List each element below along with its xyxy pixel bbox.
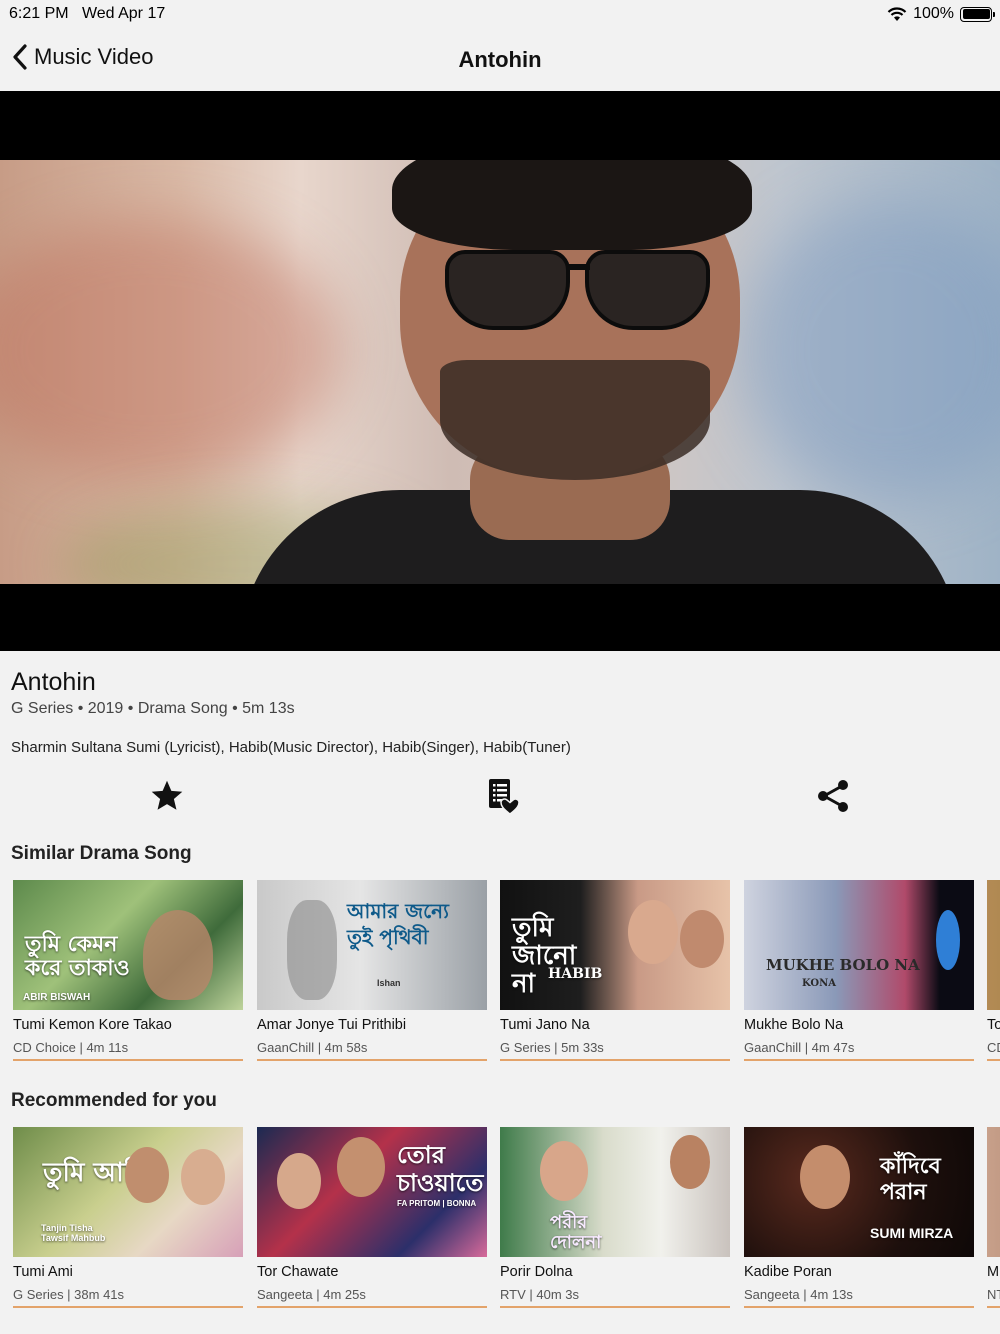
card-subtitle: Sangeeta | 4m 25s	[257, 1287, 366, 1302]
similar-card-3[interactable]: তুমি জানো না HABIB Tumi Jano Na G Series…	[500, 880, 730, 1062]
thumbnail: তুমি কেমন করে তাকাও ABIR BISWAH	[13, 880, 243, 1010]
song-title: Antohin	[11, 668, 96, 696]
card-subtitle: GaanChill | 4m 58s	[257, 1040, 368, 1055]
card-title: Tumi Jano Na	[500, 1017, 590, 1033]
card-title: Tumi Ami	[13, 1264, 73, 1280]
card-underline	[744, 1306, 974, 1308]
card-title: Tumi Kemon Kore Takao	[13, 1017, 172, 1033]
add-to-playlist-button[interactable]	[480, 774, 524, 818]
thumbnail	[987, 880, 1000, 1010]
playlist-heart-icon	[489, 779, 520, 815]
thumbnail: কাঁদিবে পরান SUMI MIRZA	[744, 1127, 974, 1257]
thumbnail: তুমি আমি Tanjin Tisha Tawsif Mahbub	[13, 1127, 243, 1257]
card-title: Mukhe Bolo Na	[744, 1017, 844, 1033]
card-underline	[13, 1059, 243, 1061]
video-player[interactable]	[0, 91, 1000, 651]
thumbnail: তুমি জানো না HABIB	[500, 880, 730, 1010]
song-credits: Sharmin Sultana Sumi (Lyricist), Habib(M…	[11, 739, 571, 756]
card-underline	[500, 1059, 730, 1061]
thumbnail: MUKHE BOLO NA KONA	[744, 880, 974, 1010]
status-right: 100%	[887, 5, 995, 23]
card-subtitle: CD Choice | 4m 11s	[13, 1040, 129, 1055]
card-subtitle: Sangeeta | 4m 13s	[744, 1287, 853, 1302]
status-bar: 6:21 PM Wed Apr 17 100%	[0, 0, 1000, 28]
card-subtitle: GaanChill | 4m 47s	[744, 1040, 855, 1055]
card-underline	[987, 1306, 1000, 1308]
share-icon	[818, 780, 848, 812]
thumbnail	[987, 1127, 1000, 1257]
card-title: Tor Chawate	[257, 1264, 339, 1280]
card-subtitle: G Series | 38m 41s	[13, 1287, 125, 1302]
song-meta: G Series • 2019 • Drama Song • 5m 13s	[11, 700, 295, 717]
recommended-card-5[interactable]: M NT	[987, 1127, 1000, 1309]
battery-icon	[960, 6, 995, 22]
card-title: Kadibe Poran	[744, 1264, 832, 1280]
card-underline	[500, 1306, 730, 1308]
card-title: M	[987, 1264, 1000, 1280]
similar-card-2[interactable]: আমার জন্যে তুই পৃথিবী Ishan Amar Jonye T…	[257, 880, 487, 1062]
card-subtitle: RTV | 40m 3s	[500, 1287, 579, 1302]
similar-section-title: Similar Drama Song	[11, 843, 192, 864]
page-title: Antohin	[458, 47, 542, 72]
card-title: Amar Jonye Tui Prithibi	[257, 1017, 407, 1033]
thumbnail: পরীর দোলনা	[500, 1127, 730, 1257]
recommended-card-4[interactable]: কাঁদিবে পরান SUMI MIRZA Kadibe Poran San…	[744, 1127, 974, 1309]
similar-row[interactable]: তুমি কেমন করে তাকাও ABIR BISWAH Tumi Kem…	[13, 880, 1000, 1062]
recommended-card-3[interactable]: পরীর দোলনা Porir Dolna RTV | 40m 3s	[500, 1127, 730, 1309]
similar-card-4[interactable]: MUKHE BOLO NA KONA Mukhe Bolo Na GaanChi…	[744, 880, 974, 1062]
card-underline	[13, 1306, 243, 1308]
wifi-icon	[887, 6, 907, 21]
card-subtitle: G Series | 5m 33s	[500, 1040, 604, 1055]
similar-card-1[interactable]: তুমি কেমন করে তাকাও ABIR BISWAH Tumi Kem…	[13, 880, 243, 1062]
card-underline	[257, 1306, 487, 1308]
card-subtitle: NT	[987, 1287, 1000, 1302]
favorite-button[interactable]	[145, 774, 189, 818]
battery-percent: 100%	[913, 5, 954, 22]
card-subtitle: CD	[987, 1040, 1000, 1055]
navigation-bar: Music Video Antohin	[0, 28, 1000, 91]
recommended-card-1[interactable]: তুমি আমি Tanjin Tisha Tawsif Mahbub Tumi…	[13, 1127, 243, 1309]
card-underline	[257, 1059, 487, 1061]
thumbnail: তোর চাওয়াতে FA PRITOM | BONNA	[257, 1127, 487, 1257]
card-underline	[987, 1059, 1000, 1061]
recommended-card-2[interactable]: তোর চাওয়াতে FA PRITOM | BONNA Tor Chawa…	[257, 1127, 487, 1309]
action-bar	[0, 774, 1000, 818]
thumbnail: আমার জন্যে তুই পৃথিবী Ishan	[257, 880, 487, 1010]
card-title: Porir Dolna	[500, 1264, 573, 1280]
card-title: To	[987, 1017, 1000, 1033]
card-underline	[744, 1059, 974, 1061]
similar-card-5[interactable]: To CD	[987, 880, 1000, 1062]
share-button[interactable]	[811, 774, 855, 818]
status-time: 6:21 PM Wed Apr 17	[9, 5, 166, 22]
video-frame	[0, 160, 1000, 584]
recommended-section-title: Recommended for you	[11, 1090, 217, 1111]
star-icon	[151, 780, 183, 810]
recommended-row[interactable]: তুমি আমি Tanjin Tisha Tawsif Mahbub Tumi…	[13, 1127, 1000, 1309]
